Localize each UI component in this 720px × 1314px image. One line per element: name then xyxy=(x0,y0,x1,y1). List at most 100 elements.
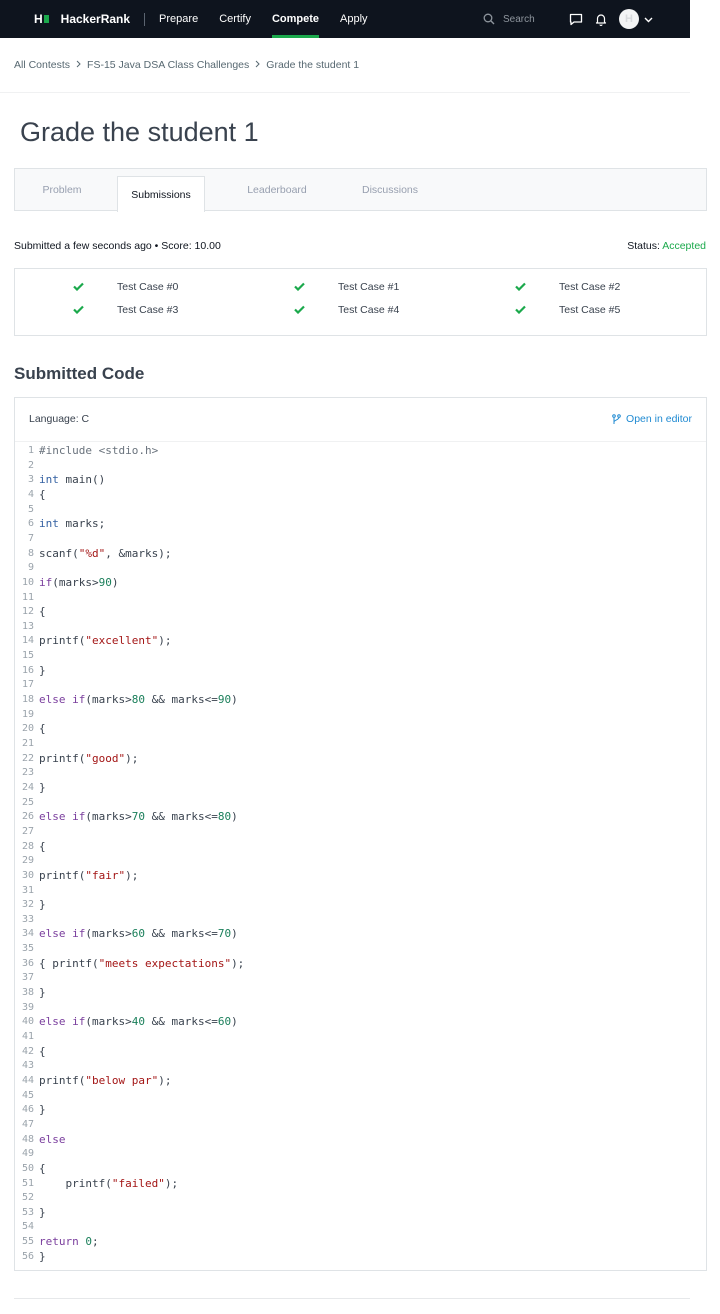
code-line: } xyxy=(39,1249,46,1263)
code-line: else if(marks>60 && marks<=70) xyxy=(39,927,238,941)
nav-item-compete[interactable]: Compete xyxy=(271,0,320,38)
code-line: } xyxy=(39,1205,46,1219)
line-number: 38 xyxy=(21,987,34,999)
tab-submissions[interactable]: Submissions xyxy=(117,176,205,212)
divider xyxy=(0,92,690,93)
code-line: } xyxy=(39,986,46,1000)
line-number: 42 xyxy=(21,1045,34,1057)
line-number: 37 xyxy=(21,972,34,984)
test-case-item[interactable]: Test Case #3 xyxy=(73,304,178,316)
code-line: else if(marks>70 && marks<=80) xyxy=(39,810,238,824)
breadcrumb-contest[interactable]: FS-15 Java DSA Class Challenges xyxy=(87,59,249,71)
test-case-item[interactable]: Test Case #1 xyxy=(294,281,399,293)
status-label: Status: xyxy=(627,240,660,252)
nav-item-prepare[interactable]: Prepare xyxy=(159,0,198,38)
code-line: return 0; xyxy=(39,1235,99,1249)
nav-divider xyxy=(144,12,146,26)
line-number: 26 xyxy=(21,811,34,823)
code-line: printf("fair"); xyxy=(39,868,139,882)
line-number: 35 xyxy=(21,943,34,955)
line-number: 43 xyxy=(21,1060,34,1072)
tab-discussions[interactable]: Discussions xyxy=(345,169,435,211)
line-number: 55 xyxy=(21,1236,34,1248)
line-number: 12 xyxy=(21,606,34,618)
nav-item-apply[interactable]: Apply xyxy=(340,0,368,38)
line-number: 19 xyxy=(21,708,34,720)
line-number: 41 xyxy=(21,1031,34,1042)
submission-status: Status: Accepted xyxy=(627,240,706,252)
test-case-item[interactable]: Test Case #5 xyxy=(515,304,620,316)
search xyxy=(483,13,543,25)
code-line: { xyxy=(39,605,46,619)
code-line: #include <stdio.h> xyxy=(39,444,159,457)
line-number: 29 xyxy=(21,855,34,867)
code-line: printf("below par"); xyxy=(39,1073,172,1087)
section-title: Submitted Code xyxy=(14,364,145,383)
check-icon xyxy=(515,282,526,291)
code-panel-header: Language: C Open in editor xyxy=(15,398,706,442)
nav-right: H xyxy=(483,0,690,38)
avatar[interactable]: H xyxy=(619,9,639,29)
test-case-item[interactable]: Test Case #4 xyxy=(294,304,399,316)
tab-leaderboard[interactable]: Leaderboard xyxy=(230,169,324,211)
line-number: 53 xyxy=(21,1206,34,1218)
search-input[interactable] xyxy=(503,13,543,25)
language-label: Language: C xyxy=(29,413,90,425)
line-number: 5 xyxy=(27,503,34,515)
code-line: } xyxy=(39,898,46,912)
test-case-item[interactable]: Test Case #2 xyxy=(515,281,620,293)
check-icon xyxy=(515,305,526,314)
check-icon xyxy=(73,282,84,291)
logo[interactable]: H HackerRank xyxy=(34,12,130,26)
code-line: { xyxy=(39,722,46,736)
notifications-bell-icon[interactable] xyxy=(595,13,607,26)
breadcrumb-current: Grade the student 1 xyxy=(266,59,360,71)
line-number: 45 xyxy=(21,1089,34,1101)
line-number: 33 xyxy=(21,913,34,925)
status-badge: Accepted xyxy=(662,240,706,252)
line-number: 18 xyxy=(21,694,34,706)
code-line: else if(marks>40 && marks<=60) xyxy=(39,1015,238,1029)
line-number: 51 xyxy=(21,1177,34,1189)
search-icon xyxy=(483,13,495,25)
line-number: 4 xyxy=(27,488,34,500)
brand-name: HackerRank xyxy=(60,12,131,26)
page-title: Grade the student 1 xyxy=(20,117,259,147)
breadcrumb-all-contests[interactable]: All Contests xyxy=(14,59,70,71)
code-line: scanf("%d", &marks); xyxy=(39,546,172,560)
line-number: 49 xyxy=(21,1148,34,1160)
line-number: 48 xyxy=(21,1133,34,1145)
line-number: 6 xyxy=(27,518,34,530)
messages-icon[interactable] xyxy=(569,13,583,26)
line-number: 9 xyxy=(27,562,34,574)
open-in-editor-link[interactable]: Open in editor xyxy=(612,413,692,425)
code-line: printf("good"); xyxy=(39,751,139,765)
line-number: 13 xyxy=(21,620,34,632)
line-number: 17 xyxy=(21,679,34,691)
line-number: 16 xyxy=(21,664,34,676)
chevron-down-icon[interactable] xyxy=(644,10,653,28)
logo-mark: H xyxy=(34,12,49,26)
line-number: 30 xyxy=(21,869,34,881)
line-number: 15 xyxy=(21,650,34,662)
line-number: 14 xyxy=(21,635,34,647)
code-line: else if(marks>80 && marks<=90) xyxy=(39,693,238,707)
breadcrumb: All Contests FS-15 Java DSA Class Challe… xyxy=(14,59,359,71)
tab-problem[interactable]: Problem xyxy=(21,169,103,211)
code-line: } xyxy=(39,1103,46,1117)
nav-item-certify[interactable]: Certify xyxy=(219,0,251,38)
tab-bar: Problem Submissions Leaderboard Discussi… xyxy=(14,168,707,212)
line-number: 54 xyxy=(21,1221,34,1233)
code-panel: Language: C Open in editor 1 #include <st… xyxy=(14,397,707,1271)
code-line: { xyxy=(39,1044,46,1058)
code-line: { xyxy=(39,839,46,853)
test-case-item[interactable]: Test Case #0 xyxy=(73,281,178,293)
line-number: 21 xyxy=(21,738,34,749)
line-number: 47 xyxy=(21,1118,34,1130)
test-case-list: Test Case #0 Test Case #1 Test Case #2 T… xyxy=(14,268,707,336)
check-icon xyxy=(73,305,84,314)
code-line: int marks; xyxy=(39,517,106,531)
line-number: 23 xyxy=(21,767,34,779)
code-line: } xyxy=(39,663,46,677)
code-line: } xyxy=(39,780,46,794)
